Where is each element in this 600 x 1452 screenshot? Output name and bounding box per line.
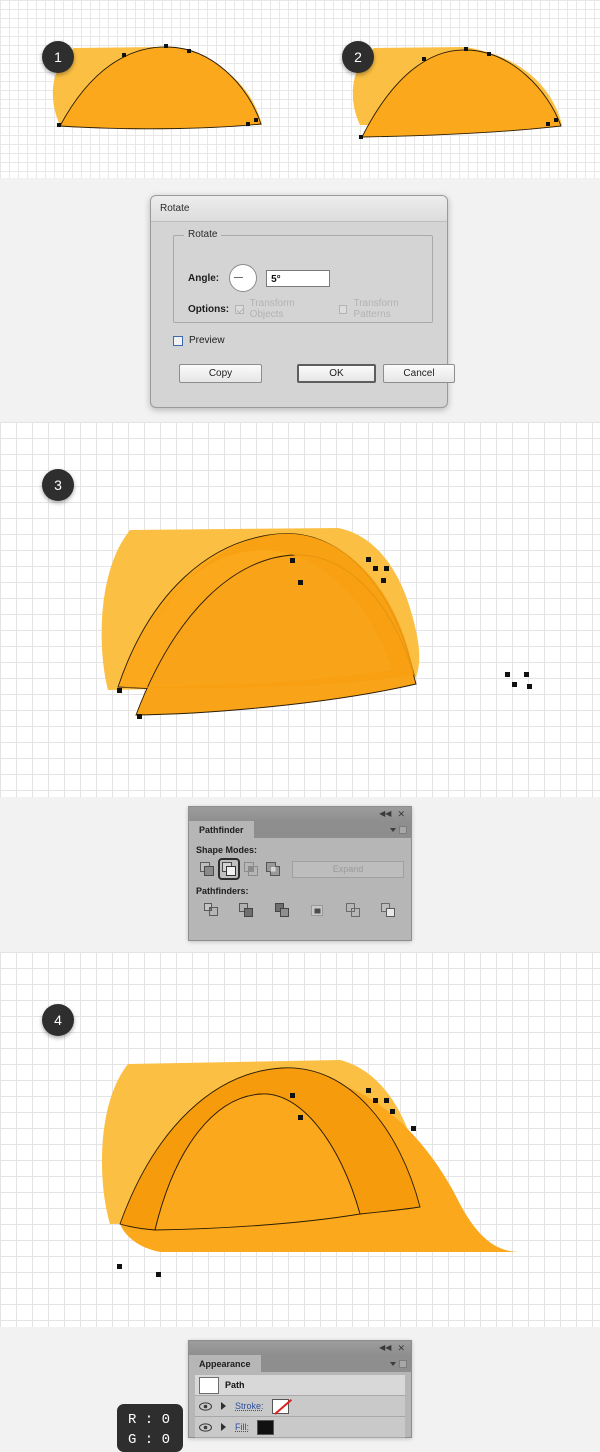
step-badge-3: 3 [42, 469, 74, 501]
collapse-double-arrow-icon[interactable]: ◀◀ [379, 1344, 391, 1352]
pathfinder-crop-button[interactable] [307, 899, 329, 921]
eye-icon[interactable] [195, 1401, 215, 1411]
close-x-icon[interactable]: ✕ [397, 1344, 405, 1353]
pathfinder-body: Shape Modes: Expand Pathfinders: [189, 838, 411, 928]
canvas-step-3: 3 [0, 422, 600, 797]
preview-row[interactable]: Preview [173, 335, 225, 346]
canvas-step-4: 4 [0, 952, 600, 1327]
tab-pathfinder-label: Pathfinder [199, 824, 244, 835]
step-badge-2: 2 [342, 41, 374, 73]
appearance-row-stroke[interactable]: Stroke: [195, 1396, 405, 1417]
shape-modes-row: Expand [196, 858, 404, 880]
appearance-list: Path Stroke: Fill: [189, 1372, 411, 1438]
color-tooltip-r: R : 0 [128, 1412, 171, 1428]
panel-menu-area [261, 1355, 411, 1372]
cancel-button[interactable]: Cancel [383, 364, 455, 383]
color-tooltip-g: G : 0 [128, 1432, 171, 1448]
transform-patterns-label: Transform Patterns [353, 298, 399, 320]
preview-label: Preview [189, 335, 225, 346]
pathfinder-unite-button[interactable] [196, 858, 218, 880]
pathfinder-minus-front-button[interactable] [218, 858, 240, 880]
pathfinder-outline-button[interactable] [342, 899, 364, 921]
transform-objects-label: Transform Objects [249, 298, 295, 320]
angle-input[interactable]: 5° [266, 269, 331, 287]
appearance-row-path-label: Path [225, 1380, 245, 1390]
appearance-row-path[interactable]: Path [195, 1375, 405, 1396]
appearance-panel[interactable]: ◀◀ ✕ Appearance Path Stroke: Fill: [188, 1340, 412, 1438]
pathfinders-row [196, 899, 404, 921]
pathfinder-panel-bar[interactable]: ◀◀ ✕ [189, 807, 411, 821]
pathfinder-divide-button[interactable] [200, 899, 222, 921]
panel-menu-icon[interactable] [399, 1359, 407, 1368]
appearance-row-stroke-label[interactable]: Stroke: [235, 1401, 264, 1411]
step-badge-4: 4 [42, 1004, 74, 1036]
color-value-tooltip: R : 0 G : 0 [117, 1404, 183, 1452]
appearance-row-fill-label[interactable]: Fill: [235, 1422, 249, 1432]
angle-row: Angle: 5° [188, 264, 331, 292]
pathfinder-trim-button[interactable] [236, 899, 258, 921]
rotate-fieldset-legend: Rotate [184, 229, 222, 240]
disclosure-triangle-icon[interactable] [215, 1423, 231, 1431]
copy-button[interactable]: Copy [179, 364, 262, 383]
preview-checkbox[interactable] [173, 335, 183, 346]
collapse-double-arrow-icon[interactable]: ◀◀ [379, 810, 391, 818]
options-label: Options: [188, 303, 230, 315]
appearance-tabstrip: Appearance [189, 1355, 411, 1372]
artwork-step-2 [352, 47, 562, 139]
pathfinder-intersect-button[interactable] [240, 858, 262, 880]
panel-menu-area [254, 821, 411, 838]
rotate-fieldset: Rotate Angle: 5° Options: Transform Obje… [173, 229, 433, 323]
pathfinder-exclude-button[interactable] [262, 858, 284, 880]
eye-icon[interactable] [195, 1422, 215, 1432]
expand-button-label: Expand [332, 864, 364, 874]
appearance-row-fill[interactable]: Fill: [195, 1417, 405, 1438]
tab-appearance-label: Appearance [199, 1358, 251, 1369]
tab-appearance[interactable]: Appearance [189, 1355, 261, 1372]
fill-black-swatch[interactable] [257, 1419, 274, 1435]
panel-menu-icon[interactable] [399, 825, 407, 834]
shape-modes-label: Shape Modes: [196, 845, 258, 855]
pathfinders-label: Pathfinders: [196, 886, 249, 896]
transform-patterns-checkbox[interactable] [339, 304, 348, 314]
ok-button[interactable]: OK [297, 364, 376, 383]
rotate-dialog[interactable]: Rotate Rotate Angle: 5° Options: Transfo… [150, 195, 455, 408]
chevron-down-icon[interactable] [390, 1361, 396, 1366]
path-thumbnail [199, 1376, 219, 1394]
rotate-dialog-body: Rotate Angle: 5° Options: Transform Obje… [159, 227, 455, 399]
canvas-steps-1-2: 1 2 [0, 0, 600, 178]
expand-button[interactable]: Expand [292, 860, 404, 878]
rotate-dial-icon[interactable] [229, 264, 258, 292]
rotate-dialog-title: Rotate [151, 196, 447, 222]
transform-objects-checkbox[interactable] [235, 304, 244, 314]
pathfinder-tabstrip: Pathfinder [189, 821, 411, 838]
artwork-step-4 [101, 1060, 520, 1277]
pathfinder-panel[interactable]: ◀◀ ✕ Pathfinder Shape Modes: Expand Path… [188, 806, 412, 941]
angle-label: Angle: [188, 272, 220, 284]
artwork-step-3 [101, 528, 532, 719]
disclosure-triangle-icon[interactable] [215, 1402, 231, 1410]
options-row: Options: Transform Objects Transform Pat… [188, 298, 432, 320]
appearance-panel-bar[interactable]: ◀◀ ✕ [189, 1341, 411, 1355]
pathfinder-merge-button[interactable] [271, 899, 293, 921]
tab-pathfinder[interactable]: Pathfinder [189, 821, 254, 838]
close-x-icon[interactable]: ✕ [397, 810, 405, 819]
stroke-none-swatch[interactable] [271, 1398, 289, 1414]
step-badge-1: 1 [42, 41, 74, 73]
dialog-button-row: Copy OK Cancel [169, 364, 455, 383]
pathfinder-minus-back-button[interactable] [378, 899, 400, 921]
chevron-down-icon[interactable] [390, 827, 396, 832]
